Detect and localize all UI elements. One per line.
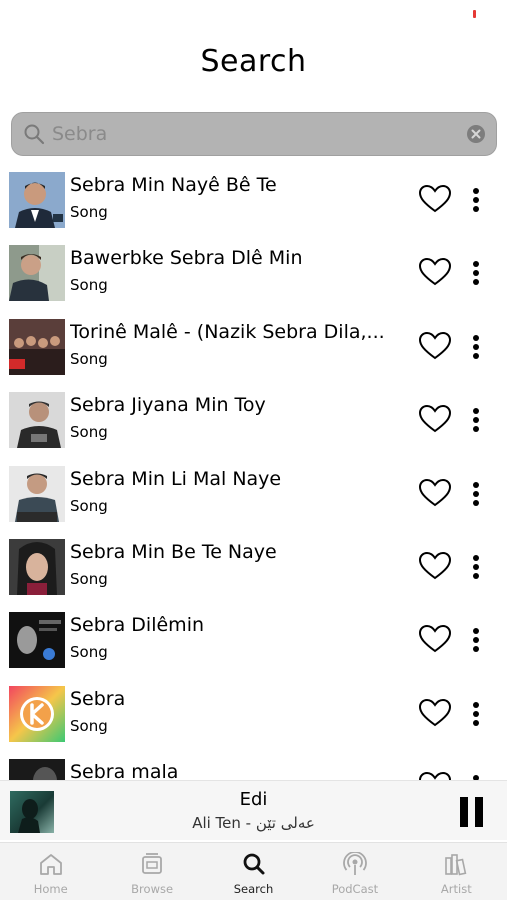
cover-image-5 [9,465,65,522]
page-title: Search [200,44,307,79]
now-playing-bar[interactable]: Edi Ali Ten - عەلی تێن [0,780,507,840]
song-title: Torinê Malê - (Nazik Sebra Dila,... [70,320,385,343]
song-type-label: Song [70,643,108,662]
heart-icon[interactable] [418,478,452,508]
more-options-icon[interactable] [466,406,486,434]
song-type-label: Song [70,496,108,515]
heart-icon[interactable] [418,184,452,214]
result-row[interactable]: Sebra Min Be Te Naye Song [0,537,507,610]
song-title: Sebra [70,687,126,710]
artist-icon [443,851,469,877]
tab-artist[interactable]: Artist [406,843,507,900]
result-row[interactable]: Sebra Dilêmin Song [0,610,507,683]
heart-icon[interactable] [418,551,452,581]
song-type-label: Song [70,569,108,588]
song-type-label: Song [70,203,108,221]
song-title: Sebra mala [70,761,179,780]
tab-podcast[interactable]: PodCast [304,843,405,900]
more-options-icon[interactable] [466,626,486,654]
song-type-label: Song [70,716,108,735]
search-input[interactable] [52,119,466,149]
pause-button[interactable] [460,797,486,827]
heart-icon[interactable] [418,624,452,654]
cover-image-9 [9,759,65,780]
result-row[interactable]: Sebra Min Li Mal Naye Song [0,464,507,537]
tab-search[interactable]: Search [203,843,304,900]
more-options-icon[interactable] [466,259,486,287]
more-options-icon[interactable] [466,480,486,508]
browse-icon [139,851,165,877]
result-row[interactable]: Bawerbke Sebra Dlê Min Song [0,243,507,316]
tab-label: Search [233,882,274,896]
heart-icon[interactable] [418,698,452,728]
heart-icon[interactable] [418,331,452,361]
heart-icon[interactable] [418,404,452,434]
tab-label: Home [33,882,68,896]
cover-image-8 [9,685,65,742]
cover-image-3 [9,318,65,375]
clear-search-icon[interactable] [466,124,486,144]
tab-label: PodCast [331,882,379,896]
song-title: Sebra Jiyana Min Toy [70,394,266,417]
more-options-icon[interactable] [466,333,486,361]
tab-bar: Home Browse Search PodCast Artist [0,842,507,900]
tab-browse[interactable]: Browse [101,843,202,900]
song-type-label: Song [70,349,108,368]
cover-image-2 [9,245,65,302]
pause-icon [475,797,483,827]
song-title: Sebra Min Li Mal Naye [70,467,282,490]
more-options-icon[interactable] [466,186,486,214]
tab-home[interactable]: Home [0,843,101,900]
song-title: Sebra Min Nayê Bê Te [70,174,277,196]
result-row[interactable]: Sebra mala [0,757,507,780]
podcast-icon [342,851,368,877]
cover-image-7 [9,612,65,669]
song-title: Bawerbke Sebra Dlê Min [70,247,303,270]
result-row[interactable]: Sebra Min Nayê Bê Te Song [0,170,507,243]
home-icon [38,851,64,877]
cover-image-6 [9,538,65,595]
more-options-icon[interactable] [466,553,486,581]
now-playing-artist: Ali Ten - عەلی تێن [192,814,315,832]
now-playing-title: Edi [239,789,268,810]
song-type-label: Song [70,276,108,295]
result-row[interactable]: Sebra Song [0,684,507,757]
pause-icon [460,797,468,827]
status-indicator [473,10,476,18]
search-icon [241,851,267,877]
song-type-label: Song [70,423,108,442]
more-options-icon[interactable] [466,700,486,728]
song-title: Sebra Min Be Te Naye [70,540,277,563]
song-title: Sebra Dilêmin [70,614,205,637]
search-results-list: Sebra Min Nayê Bê Te Song Bawerbke Sebra… [0,170,507,780]
cover-image-1 [9,172,65,228]
tab-label: Browse [131,882,174,896]
search-icon [22,122,46,146]
tab-label: Artist [440,882,472,896]
cover-image-4 [9,392,65,449]
result-row[interactable]: Sebra Jiyana Min Toy Song [0,390,507,463]
search-bar[interactable] [11,112,497,156]
heart-icon[interactable] [418,771,452,780]
more-options-icon[interactable] [466,773,486,780]
heart-icon[interactable] [418,257,452,287]
result-row[interactable]: Torinê Malê - (Nazik Sebra Dila,... Song [0,317,507,390]
